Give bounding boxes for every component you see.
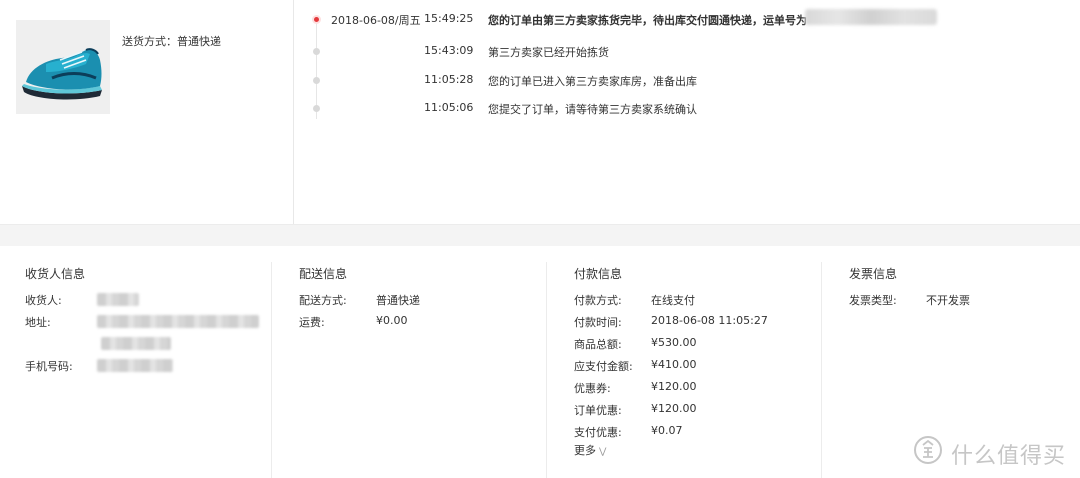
payment-row-value: ¥120.00 — [651, 402, 697, 415]
tracking-timeline: 2018-06-08/周五 15:49:25 您的订单由第三方卖家拣货完毕，待出… — [300, 0, 1080, 224]
timeline-active-dot — [314, 17, 319, 22]
timeline-entry: 11:05:06 您提交了订单，请等待第三方卖家系统确认 — [300, 101, 1080, 117]
payment-row-value: ¥410.00 — [651, 358, 697, 371]
delivery-fee-label: 运费: — [299, 316, 325, 329]
timeline-dot — [313, 48, 320, 55]
timeline-time: 15:43:09 — [424, 44, 474, 57]
payment-info-column: 付款信息 付款方式: 在线支付 付款时间: 2018-06-08 11:05:2… — [574, 246, 820, 478]
payment-info-title: 付款信息 — [574, 267, 623, 281]
invoice-info-title: 发票信息 — [849, 267, 898, 281]
redacted-tracking-number — [805, 9, 937, 25]
timeline-time: 15:49:25 — [424, 12, 474, 25]
payment-row-label: 应支付金额: — [574, 360, 633, 373]
recipient-info-title: 收货人信息 — [25, 267, 86, 281]
payment-row-value: ¥120.00 — [651, 380, 697, 393]
shoe-icon — [16, 20, 110, 114]
section-separator — [0, 224, 1080, 246]
timeline-time: 11:05:28 — [424, 73, 474, 86]
chevron-down-icon: ⋁ — [599, 447, 607, 457]
payment-row-label: 付款时间: — [574, 316, 622, 329]
payment-row-label: 支付优惠: — [574, 426, 622, 439]
column-divider — [821, 262, 822, 478]
timeline-dot — [313, 77, 320, 84]
payment-row-label: 订单优惠: — [574, 404, 622, 417]
payment-row-value: 2018-06-08 11:05:27 — [651, 314, 768, 327]
timeline-date: 2018-06-08/周五 — [331, 14, 421, 27]
recipient-phone-label: 手机号码: — [25, 360, 73, 373]
delivery-method-value: 普通快递 — [376, 294, 420, 307]
payment-row-value: 在线支付 — [651, 294, 695, 307]
redacted-address-line-1 — [97, 315, 259, 328]
timeline-description: 您的订单由第三方卖家拣货完毕，待出库交付圆通快递，运单号为 — [488, 14, 807, 27]
timeline-description: 第三方卖家已经开始拣货 — [488, 46, 609, 59]
redacted-recipient-name — [97, 293, 139, 306]
watermark-logo-icon — [914, 436, 942, 464]
payment-row-value: ¥530.00 — [651, 336, 697, 349]
recipient-info-column: 收货人信息 收货人: 地址: 手机号码: — [25, 246, 271, 478]
column-divider — [546, 262, 547, 478]
delivery-fee-value: ¥0.00 — [376, 314, 408, 327]
column-divider — [271, 262, 272, 478]
timeline-entry: 11:05:28 您的订单已进入第三方卖家库房，准备出库 — [300, 73, 1080, 89]
payment-more-toggle[interactable]: 更多 ⋁ — [574, 442, 606, 458]
delivery-method-label: 配送方式: — [299, 294, 347, 307]
product-image[interactable] — [16, 20, 110, 114]
payment-row-label: 优惠券: — [574, 382, 611, 395]
redacted-phone — [97, 359, 173, 372]
shipping-method-text: 送货方式：普通快递 — [122, 35, 221, 48]
recipient-name-label: 收货人: — [25, 294, 62, 307]
delivery-info-column: 配送信息 配送方式: 普通快递 运费: ¥0.00 — [299, 246, 545, 478]
watermark-text: 什么值得买 — [951, 444, 1067, 469]
site-watermark: 什么值得买 — [913, 435, 1075, 471]
payment-row-value: ¥0.07 — [651, 424, 683, 437]
timeline-description: 您提交了订单，请等待第三方卖家系统确认 — [488, 103, 697, 116]
payment-row-label: 商品总额: — [574, 338, 622, 351]
timeline-entry: 15:43:09 第三方卖家已经开始拣货 — [300, 44, 1080, 60]
delivery-info-title: 配送信息 — [299, 267, 348, 281]
more-label: 更多 — [574, 444, 596, 457]
timeline-dot — [313, 105, 320, 112]
order-tracking-panel: 送货方式：普通快递 2018-06-08/周五 15:49:25 您的订单由第三… — [0, 0, 1080, 224]
redacted-address-line-2 — [101, 337, 171, 350]
invoice-type-label: 发票类型: — [849, 294, 897, 307]
timeline-time: 11:05:06 — [424, 101, 474, 114]
payment-row-label: 付款方式: — [574, 294, 622, 307]
timeline-entry: 2018-06-08/周五 15:49:25 您的订单由第三方卖家拣货完毕，待出… — [300, 12, 1080, 28]
vertical-divider — [293, 0, 294, 224]
recipient-address-label: 地址: — [25, 316, 51, 329]
invoice-type-value: 不开发票 — [926, 294, 970, 307]
timeline-description: 您的订单已进入第三方卖家库房，准备出库 — [488, 75, 697, 88]
